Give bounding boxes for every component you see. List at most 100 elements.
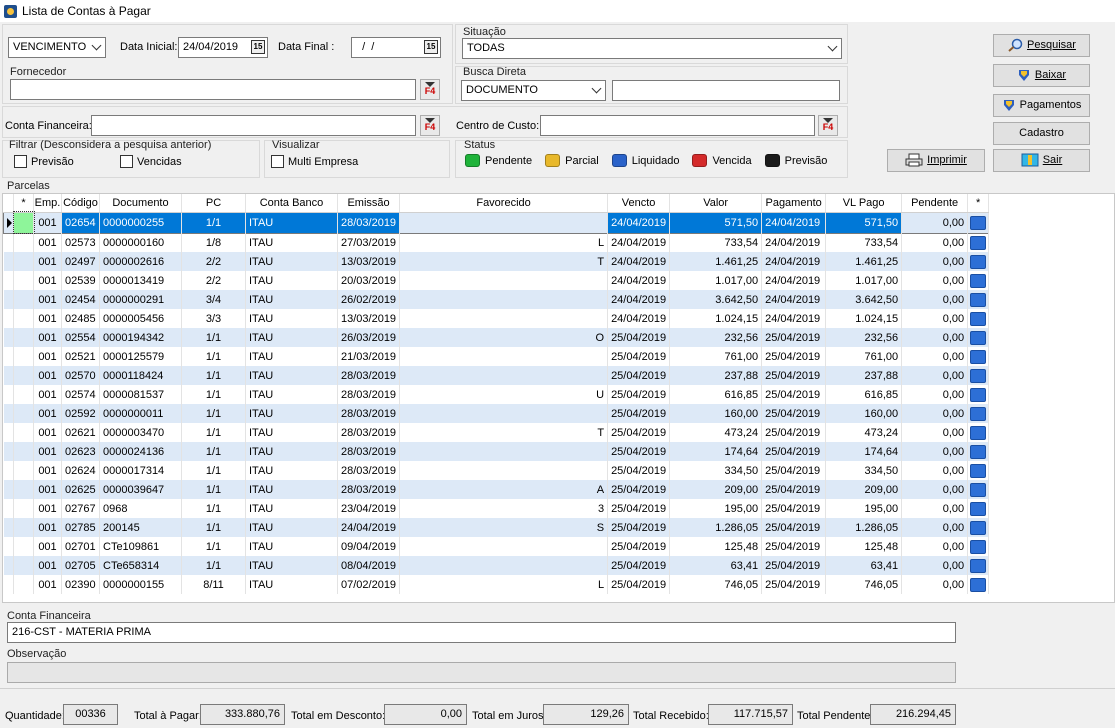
- row-status-cell[interactable]: [13, 290, 34, 309]
- busca-tipo-select[interactable]: DOCUMENTO: [461, 80, 606, 101]
- checkbox-box[interactable]: [14, 155, 27, 168]
- row-status-cell[interactable]: [13, 347, 34, 366]
- row-action-button[interactable]: [970, 501, 987, 516]
- row-action-button[interactable]: [970, 311, 987, 326]
- grid-column-header[interactable]: Emp.: [33, 194, 62, 213]
- grid-column-header[interactable]: Emissão: [337, 194, 401, 213]
- row-status-cell[interactable]: [13, 556, 34, 575]
- table-row[interactable]: 001 02705 CTe658314 1/1 ITAU 08/04/2019 25/04/…: [3, 556, 990, 575]
- row-action-button[interactable]: [970, 482, 987, 497]
- busca-valor-input[interactable]: [612, 80, 840, 101]
- fornecedor-input[interactable]: [10, 79, 416, 100]
- table-row[interactable]: 001 02625 0000039647 1/1 ITAU 28/03/2019 A 25/0…: [3, 480, 990, 499]
- row-status-cell[interactable]: [13, 404, 34, 423]
- row-action-button[interactable]: [970, 558, 987, 573]
- table-row[interactable]: 001 02521 0000125579 1/1 ITAU 21/03/2019 25/04…: [3, 347, 990, 366]
- grid-column-header[interactable]: VL Pago: [825, 194, 903, 213]
- grid-column-header[interactable]: Conta Banco: [245, 194, 338, 213]
- checkbox-box[interactable]: [120, 155, 133, 168]
- row-action-button[interactable]: [970, 330, 987, 345]
- row-action-button[interactable]: [970, 425, 987, 440]
- grid-column-header[interactable]: Favorecido: [399, 194, 609, 213]
- row-status-cell[interactable]: [13, 328, 34, 347]
- row-action-button[interactable]: [970, 215, 987, 230]
- table-row[interactable]: 001 02654 0000000255 1/1 ITAU 28/03/2019 24/04…: [3, 211, 990, 234]
- row-status-cell[interactable]: [13, 537, 34, 556]
- row-status-cell[interactable]: [13, 366, 34, 385]
- row-action-button[interactable]: [970, 349, 987, 364]
- cadastro-button[interactable]: Cadastro: [993, 122, 1090, 145]
- table-row[interactable]: 001 02554 0000194342 1/1 ITAU 26/03/2019 O 25/0…: [3, 328, 990, 347]
- table-row[interactable]: 001 02701 CTe109861 1/1 ITAU 09/04/2019 25/04/…: [3, 537, 990, 556]
- centro-custo-lookup-button[interactable]: F4: [818, 115, 838, 136]
- row-action-button[interactable]: [970, 273, 987, 288]
- table-row[interactable]: 001 02570 0000118424 1/1 ITAU 28/03/2019 25/04…: [3, 366, 990, 385]
- vencidas-checkbox[interactable]: Vencidas: [120, 155, 182, 168]
- row-status-cell[interactable]: [13, 309, 34, 328]
- table-row[interactable]: 001 02574 0000081537 1/1 ITAU 28/03/2019 U 25/0…: [3, 385, 990, 404]
- table-row[interactable]: 001 02623 0000024136 1/1 ITAU 28/03/2019 25/04…: [3, 442, 990, 461]
- grid-column-header[interactable]: *: [13, 194, 34, 213]
- row-status-cell[interactable]: [13, 271, 34, 290]
- data-inicial-field[interactable]: 24/04/2019 15: [178, 37, 268, 58]
- row-action-button[interactable]: [970, 254, 987, 269]
- grid-column-header[interactable]: Código: [61, 194, 100, 213]
- table-row[interactable]: 001 02573 0000000160 1/8 ITAU 27/03/2019 L 24/0…: [3, 233, 990, 252]
- row-status-cell[interactable]: [13, 518, 34, 537]
- pagamentos-button[interactable]: Pagamentos: [993, 94, 1090, 117]
- row-action-button[interactable]: [970, 444, 987, 459]
- grid-column-header[interactable]: Pagamento: [761, 194, 827, 213]
- row-action-button[interactable]: [970, 463, 987, 478]
- row-action-button[interactable]: [970, 292, 987, 307]
- row-action-button[interactable]: [970, 539, 987, 554]
- table-row[interactable]: 001 02592 0000000011 1/1 ITAU 28/03/2019 25/04…: [3, 404, 990, 423]
- calendar-icon[interactable]: 15: [251, 40, 265, 54]
- row-status-cell[interactable]: [13, 480, 34, 499]
- row-status-cell[interactable]: [13, 575, 34, 594]
- grid-column-header[interactable]: Pendente: [901, 194, 969, 213]
- row-action-button[interactable]: [970, 520, 987, 535]
- calendar-icon[interactable]: 15: [424, 40, 438, 54]
- checkbox-box[interactable]: [271, 155, 284, 168]
- conta-financeira-input[interactable]: [91, 115, 416, 136]
- table-row[interactable]: 001 02767 0968 1/1 ITAU 23/04/2019 3 25/04/2019…: [3, 499, 990, 518]
- grid-column-header[interactable]: PC: [181, 194, 246, 213]
- data-final-field[interactable]: / / 15: [351, 37, 441, 58]
- table-row[interactable]: 001 02485 0000005456 3/3 ITAU 13/03/2019 24/04…: [3, 309, 990, 328]
- row-status-cell[interactable]: [13, 252, 34, 271]
- table-row[interactable]: 001 02621 0000003470 1/1 ITAU 28/03/2019 T 25/0…: [3, 423, 990, 442]
- baixar-button[interactable]: Baixar: [993, 64, 1090, 87]
- row-status-cell[interactable]: [13, 499, 34, 518]
- grid-column-header[interactable]: Vencto: [607, 194, 671, 213]
- row-status-cell[interactable]: [13, 442, 34, 461]
- table-row[interactable]: 001 02624 0000017314 1/1 ITAU 28/03/2019 25/04…: [3, 461, 990, 480]
- row-status-cell[interactable]: [12, 211, 35, 234]
- multi-empresa-checkbox[interactable]: Multi Empresa: [271, 155, 358, 168]
- row-action-button[interactable]: [970, 406, 987, 421]
- table-row[interactable]: 001 02539 0000013419 2/2 ITAU 20/03/2019 24/04…: [3, 271, 990, 290]
- fornecedor-lookup-button[interactable]: F4: [420, 79, 440, 100]
- pesquisar-button[interactable]: Pesquisar: [993, 34, 1090, 57]
- row-action-button[interactable]: [970, 387, 987, 402]
- situacao-select[interactable]: TODAS: [462, 38, 842, 59]
- sair-button[interactable]: Sair: [993, 149, 1090, 172]
- table-row[interactable]: 001 02454 0000000291 3/4 ITAU 26/02/2019 24/04…: [3, 290, 990, 309]
- row-action-button[interactable]: [970, 368, 987, 383]
- table-row[interactable]: 001 02390 0000000155 8/11 ITAU 07/02/2019 L 25/…: [3, 575, 990, 594]
- grid-column-header[interactable]: *: [967, 194, 990, 213]
- table-row[interactable]: 001 02785 200145 1/1 ITAU 24/04/2019 S 25/04/20…: [3, 518, 990, 537]
- centro-custo-input[interactable]: [540, 115, 815, 136]
- row-status-cell[interactable]: [13, 385, 34, 404]
- previsao-checkbox[interactable]: Previsão: [14, 155, 74, 168]
- date-type-select[interactable]: VENCIMENTO: [8, 37, 106, 58]
- parcelas-grid[interactable]: * Emp. Código Documento PC Conta Banco Emissão…: [2, 193, 1115, 603]
- row-status-cell[interactable]: [13, 461, 34, 480]
- row-status-cell[interactable]: [13, 423, 34, 442]
- imprimir-button[interactable]: Imprimir: [887, 149, 985, 172]
- row-status-cell[interactable]: [13, 233, 34, 252]
- row-action-button[interactable]: [970, 235, 987, 250]
- conta-lookup-button[interactable]: F4: [420, 115, 440, 136]
- grid-column-header[interactable]: Documento: [99, 194, 182, 213]
- row-action-button[interactable]: [970, 577, 987, 592]
- grid-column-header[interactable]: Valor: [669, 194, 763, 213]
